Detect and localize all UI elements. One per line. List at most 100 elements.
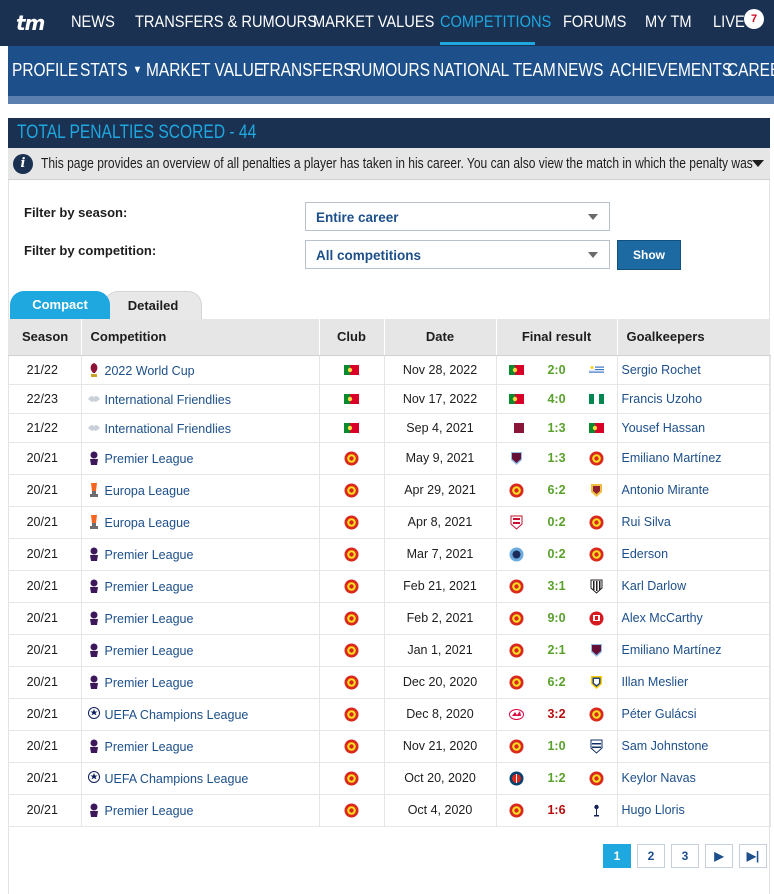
subnav-achievements[interactable]: ACHIEVEMENTS — [610, 60, 732, 81]
competition-link[interactable]: International Friendlies — [105, 422, 231, 436]
competition-link[interactable]: Premier League — [105, 676, 194, 690]
competition-link[interactable]: 2022 World Cup — [105, 364, 195, 378]
man-city-crest[interactable] — [509, 546, 524, 562]
man-utd-crest[interactable] — [509, 578, 524, 594]
man-utd-crest[interactable] — [509, 802, 524, 818]
competition-link[interactable]: Premier League — [105, 548, 194, 562]
match-score-link[interactable]: 1:6 — [547, 803, 565, 817]
competition-link[interactable]: Europa League — [105, 516, 191, 530]
show-button[interactable]: Show — [617, 240, 681, 270]
match-score-link[interactable]: 2:0 — [547, 363, 565, 377]
page-3-button[interactable]: 3 — [671, 844, 699, 868]
competition-link[interactable]: Europa League — [105, 484, 191, 498]
subnav-news[interactable]: NEWS — [557, 60, 603, 81]
leipzig-crest[interactable] — [508, 706, 524, 721]
leeds-crest[interactable] — [589, 674, 604, 689]
competition-link[interactable]: Premier League — [105, 580, 194, 594]
subnav-rumours[interactable]: RUMOURS — [350, 60, 430, 81]
goalkeeper-link[interactable]: Hugo Lloris — [622, 803, 685, 817]
man-utd-crest[interactable] — [589, 514, 604, 530]
nav-live[interactable]: LIVE — [713, 12, 745, 32]
match-score-link[interactable]: 6:2 — [547, 675, 565, 689]
uruguay-flag[interactable] — [589, 363, 605, 377]
goalkeeper-link[interactable]: Karl Darlow — [622, 579, 687, 593]
match-score-link[interactable]: 1:0 — [547, 739, 565, 753]
subnav-transfers[interactable]: TRANSFERS — [260, 60, 354, 81]
portugal-flag[interactable] — [344, 392, 359, 406]
man-utd-crest[interactable] — [344, 674, 359, 690]
man-utd-crest[interactable] — [509, 738, 524, 754]
man-utd-crest[interactable] — [344, 610, 359, 626]
subnav-stats[interactable]: STATS ▼ — [80, 60, 142, 81]
match-score-link[interactable]: 0:2 — [547, 547, 565, 561]
nav-market-values[interactable]: MARKET VALUES — [313, 12, 434, 32]
season-select[interactable]: Entire career — [305, 202, 610, 231]
southampton-crest[interactable] — [589, 610, 604, 626]
subnav-national-team[interactable]: NATIONAL TEAM — [433, 60, 556, 81]
subnav-profile[interactable]: PROFILE — [12, 60, 78, 81]
man-utd-crest[interactable] — [344, 482, 359, 498]
subnav-career[interactable]: CAREER — [727, 60, 774, 81]
match-score-link[interactable]: 9:0 — [547, 611, 565, 625]
competition-link[interactable]: Premier League — [105, 804, 194, 818]
qatar-flag[interactable] — [508, 421, 524, 435]
page-2-button[interactable]: 2 — [637, 844, 665, 868]
tab-compact[interactable]: Compact — [10, 291, 110, 319]
match-score-link[interactable]: 1:3 — [547, 421, 565, 435]
competition-link[interactable]: Premier League — [105, 612, 194, 626]
match-score-link[interactable]: 1:2 — [547, 771, 565, 785]
goalkeeper-link[interactable]: Sergio Rochet — [622, 363, 701, 377]
match-score-link[interactable]: 3:1 — [547, 579, 565, 593]
match-score-link[interactable]: 0:2 — [547, 515, 565, 529]
nav-forums[interactable]: FORUMS — [563, 12, 626, 32]
man-utd-crest[interactable] — [509, 482, 524, 498]
portugal-flag[interactable] — [508, 363, 524, 377]
competition-select[interactable]: All competitions — [305, 240, 610, 269]
man-utd-crest[interactable] — [509, 610, 524, 626]
portugal-flag[interactable] — [589, 421, 605, 435]
man-utd-crest[interactable] — [589, 450, 604, 466]
goalkeeper-link[interactable]: Yousef Hassan — [622, 421, 706, 435]
goalkeeper-link[interactable]: Keylor Navas — [622, 771, 696, 785]
subnav-market-value[interactable]: MARKET VALUE — [146, 60, 264, 81]
man-utd-crest[interactable] — [589, 770, 604, 786]
transfermarkt-logo[interactable]: tm — [16, 12, 56, 34]
goalkeeper-link[interactable]: Alex McCarthy — [622, 611, 703, 625]
nav-competitions[interactable]: COMPETITIONS — [440, 12, 551, 32]
goalkeeper-link[interactable]: Ederson — [622, 547, 669, 561]
last-page-button[interactable]: ▶| — [739, 844, 767, 868]
man-utd-crest[interactable] — [344, 738, 359, 754]
portugal-flag[interactable] — [344, 363, 359, 377]
match-score-link[interactable]: 4:0 — [547, 392, 565, 406]
aston-villa-crest[interactable] — [589, 642, 604, 657]
portugal-flag[interactable] — [344, 421, 359, 435]
info-bar[interactable]: i This page provides an overview of all … — [8, 148, 770, 180]
granada-crest[interactable] — [509, 514, 524, 530]
goalkeeper-link[interactable]: Emiliano Martínez — [622, 451, 722, 465]
match-score-link[interactable]: 3:2 — [547, 707, 565, 721]
nav-my-tm[interactable]: MY TM — [645, 12, 692, 32]
goalkeeper-link[interactable]: Illan Meslier — [622, 675, 689, 689]
competition-link[interactable]: International Friendlies — [105, 393, 231, 407]
man-utd-crest[interactable] — [509, 642, 524, 658]
man-utd-crest[interactable] — [589, 546, 604, 562]
newcastle-crest[interactable] — [589, 578, 604, 594]
nav-news[interactable]: NEWS — [71, 12, 115, 32]
tab-detailed[interactable]: Detailed — [104, 291, 202, 319]
man-utd-crest[interactable] — [344, 546, 359, 562]
goalkeeper-link[interactable]: Antonio Mirante — [622, 483, 710, 497]
chevron-down-icon[interactable] — [752, 160, 764, 167]
competition-link[interactable]: UEFA Champions League — [105, 708, 249, 722]
page-1-button[interactable]: 1 — [603, 844, 631, 868]
man-utd-crest[interactable] — [344, 706, 359, 722]
competition-link[interactable]: Premier League — [105, 452, 194, 466]
tottenham-crest[interactable] — [589, 802, 604, 817]
competition-link[interactable]: Premier League — [105, 740, 194, 754]
next-page-button[interactable]: ▶ — [705, 844, 733, 868]
man-utd-crest[interactable] — [589, 706, 604, 722]
goalkeeper-link[interactable]: Sam Johnstone — [622, 739, 709, 753]
man-utd-crest[interactable] — [344, 578, 359, 594]
man-utd-crest[interactable] — [344, 450, 359, 466]
match-score-link[interactable]: 1:3 — [547, 451, 565, 465]
goalkeeper-link[interactable]: Péter Gulácsi — [622, 707, 697, 721]
